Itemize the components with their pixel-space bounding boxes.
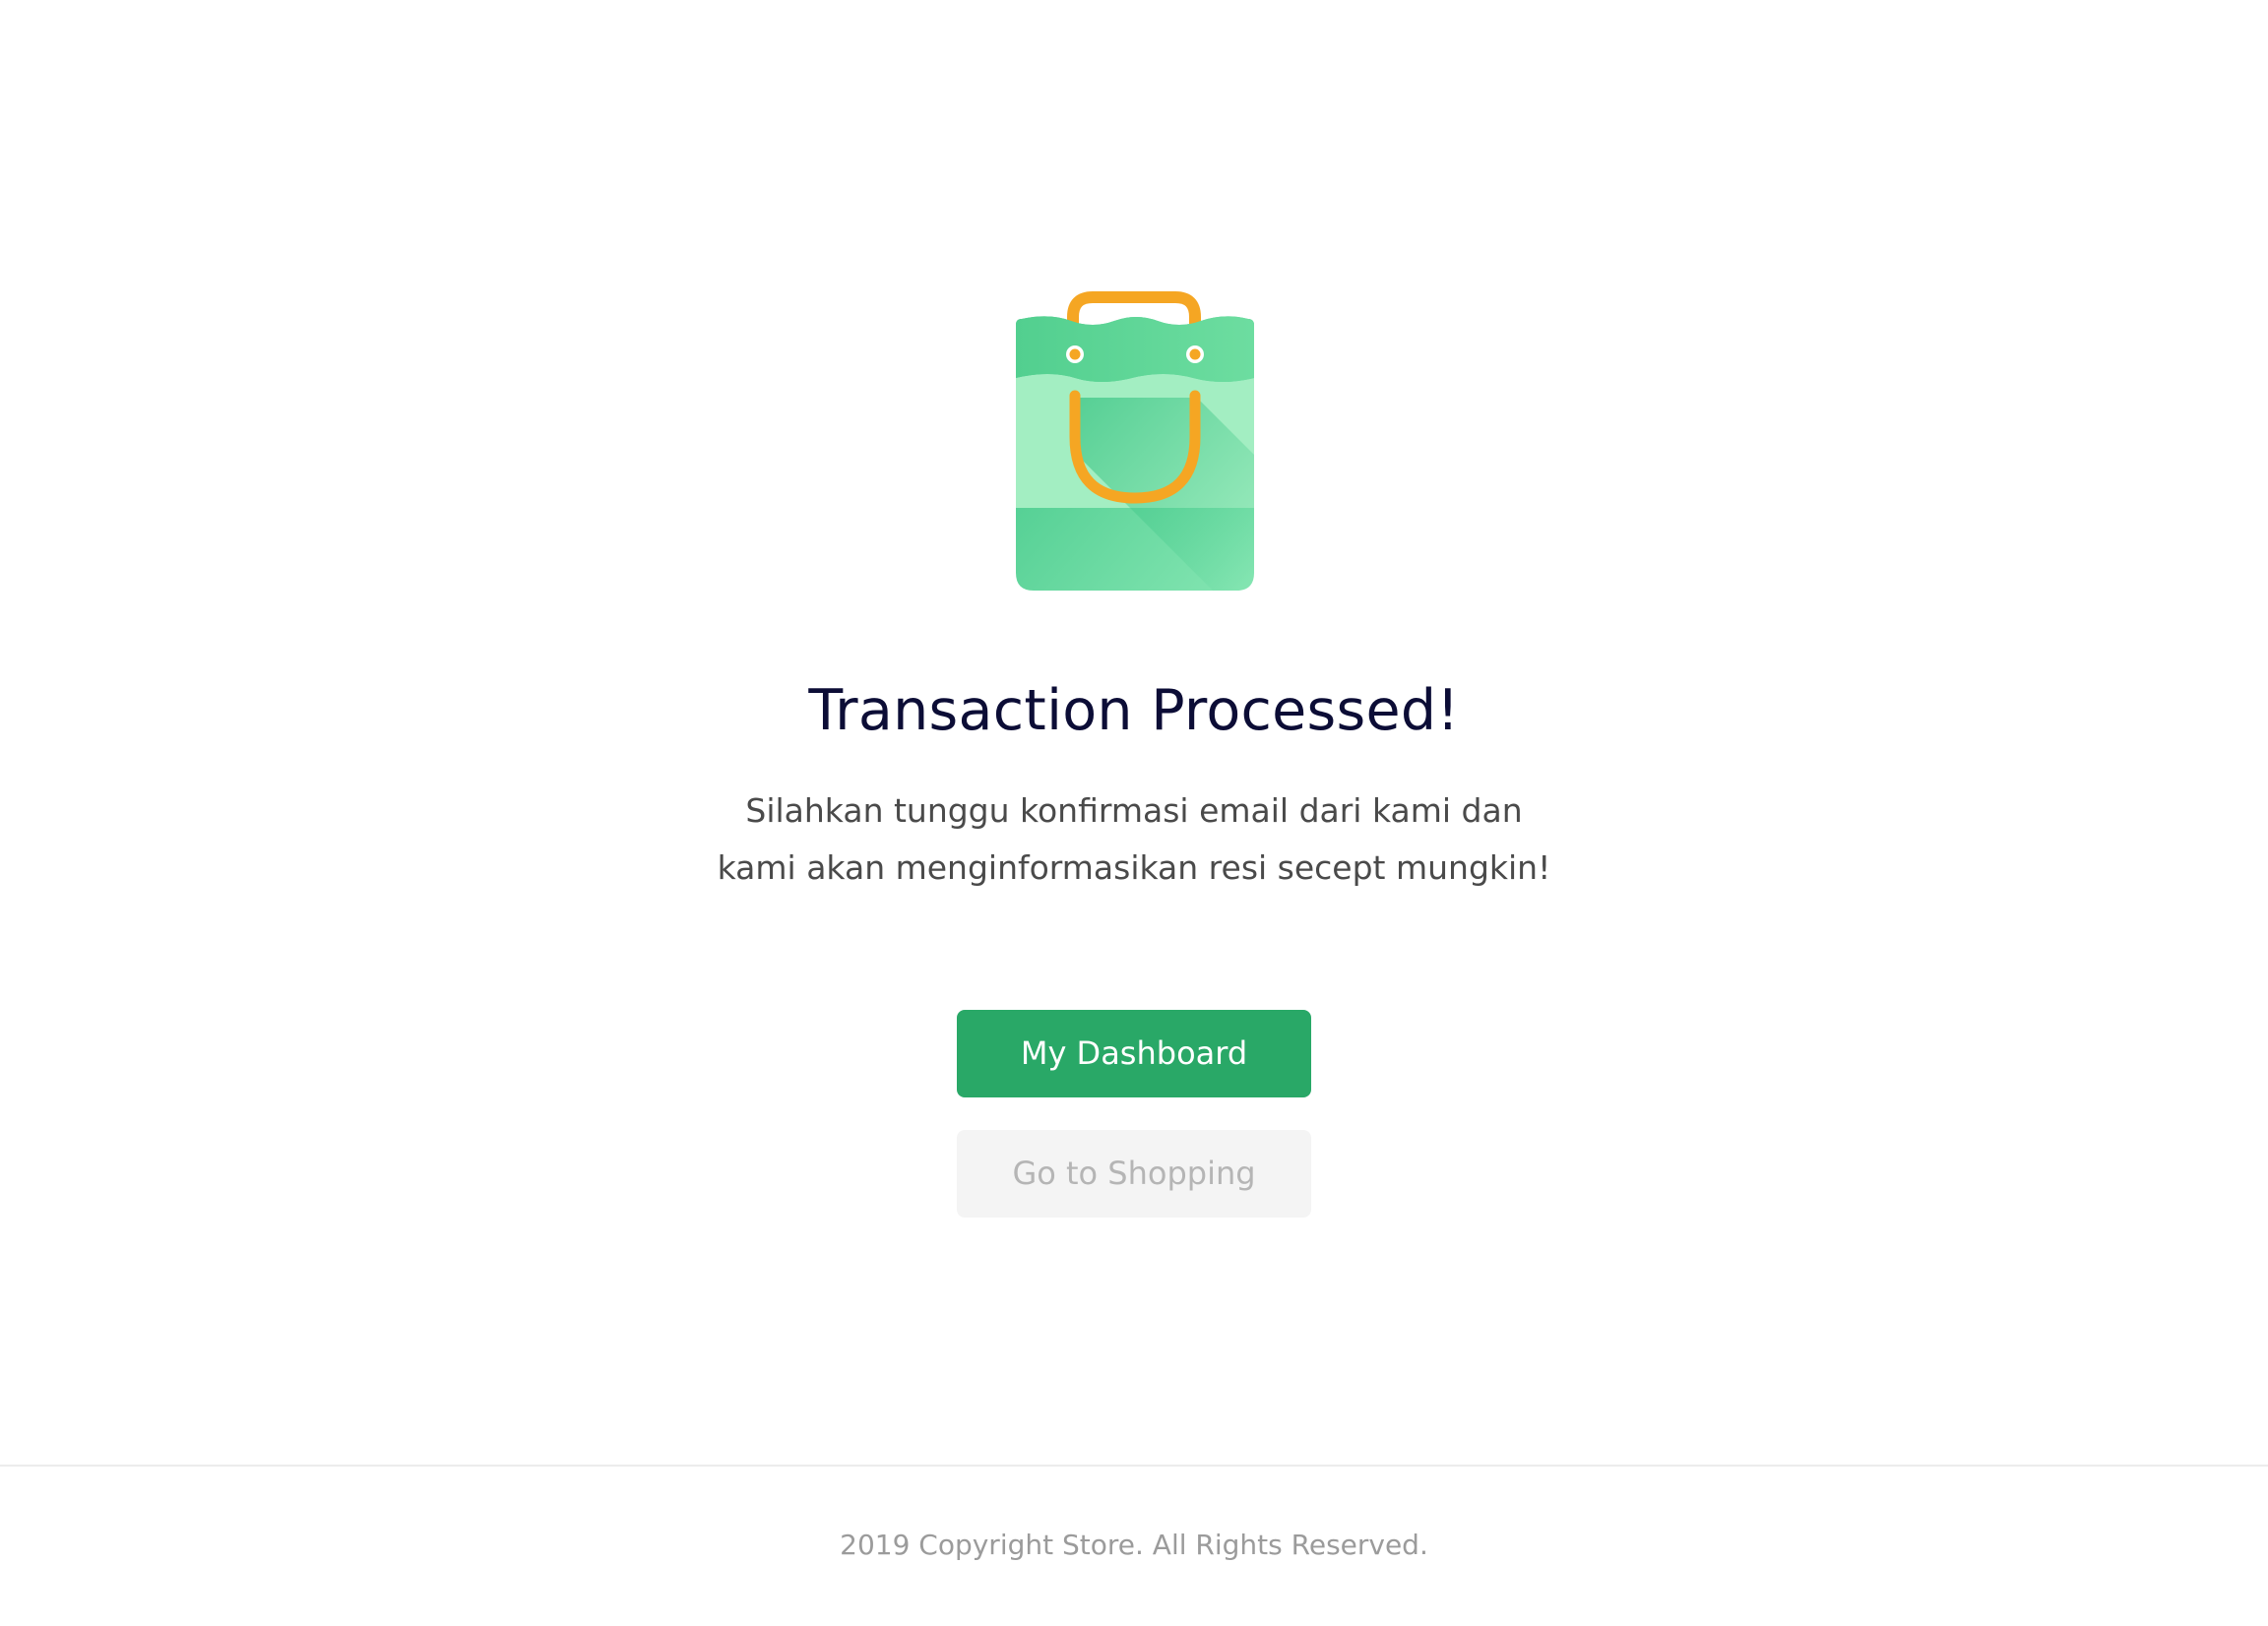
go-to-shopping-button[interactable]: Go to Shopping — [957, 1130, 1311, 1218]
footer-copyright: 2019 Copyright Store. All Rights Reserve… — [840, 1529, 1428, 1561]
page-title: Transaction Processed! — [808, 678, 1460, 743]
success-page: Transaction Processed! Silahkan tunggu k… — [0, 0, 2268, 1626]
confirmation-message-line-1: Silahkan tunggu konfirmasi email dari ka… — [745, 791, 1523, 830]
my-dashboard-button[interactable]: My Dashboard — [957, 1010, 1311, 1097]
shopping-bag-icon — [1010, 289, 1260, 596]
confirmation-message-line-2: kami akan menginformasikan resi secept m… — [717, 848, 1551, 887]
footer-divider — [0, 1465, 2268, 1467]
confirmation-message: Silahkan tunggu konfirmasi email dari ka… — [0, 782, 2268, 897]
